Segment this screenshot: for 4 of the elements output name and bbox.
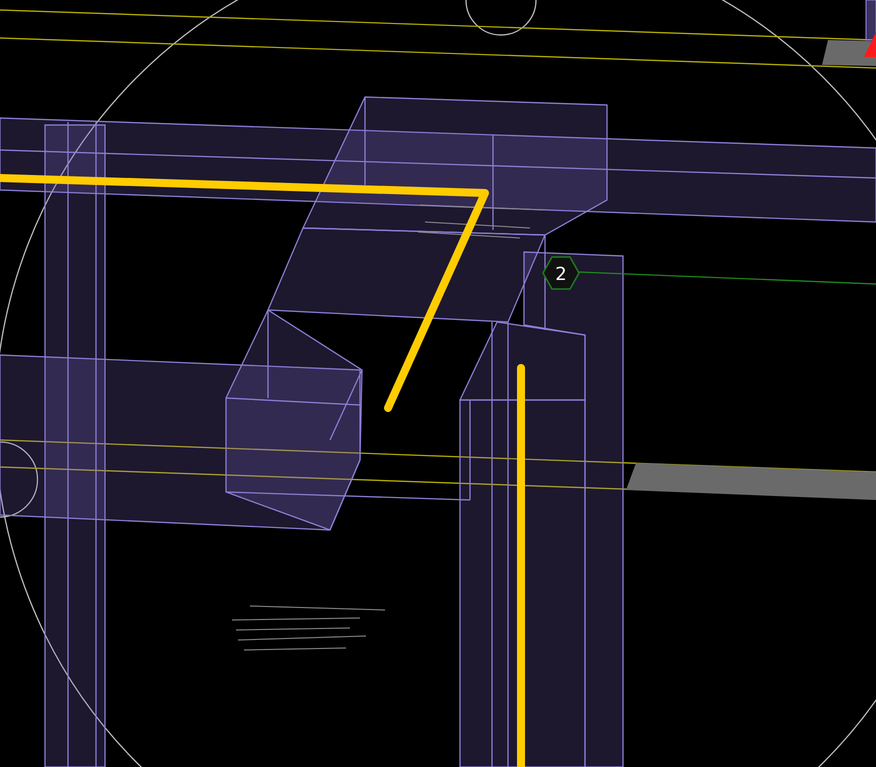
callout-tag: 2	[542, 256, 580, 290]
guide-arc	[465, 0, 537, 36]
warning-triangle-icon	[864, 32, 876, 57]
column-edge	[866, 0, 876, 40]
